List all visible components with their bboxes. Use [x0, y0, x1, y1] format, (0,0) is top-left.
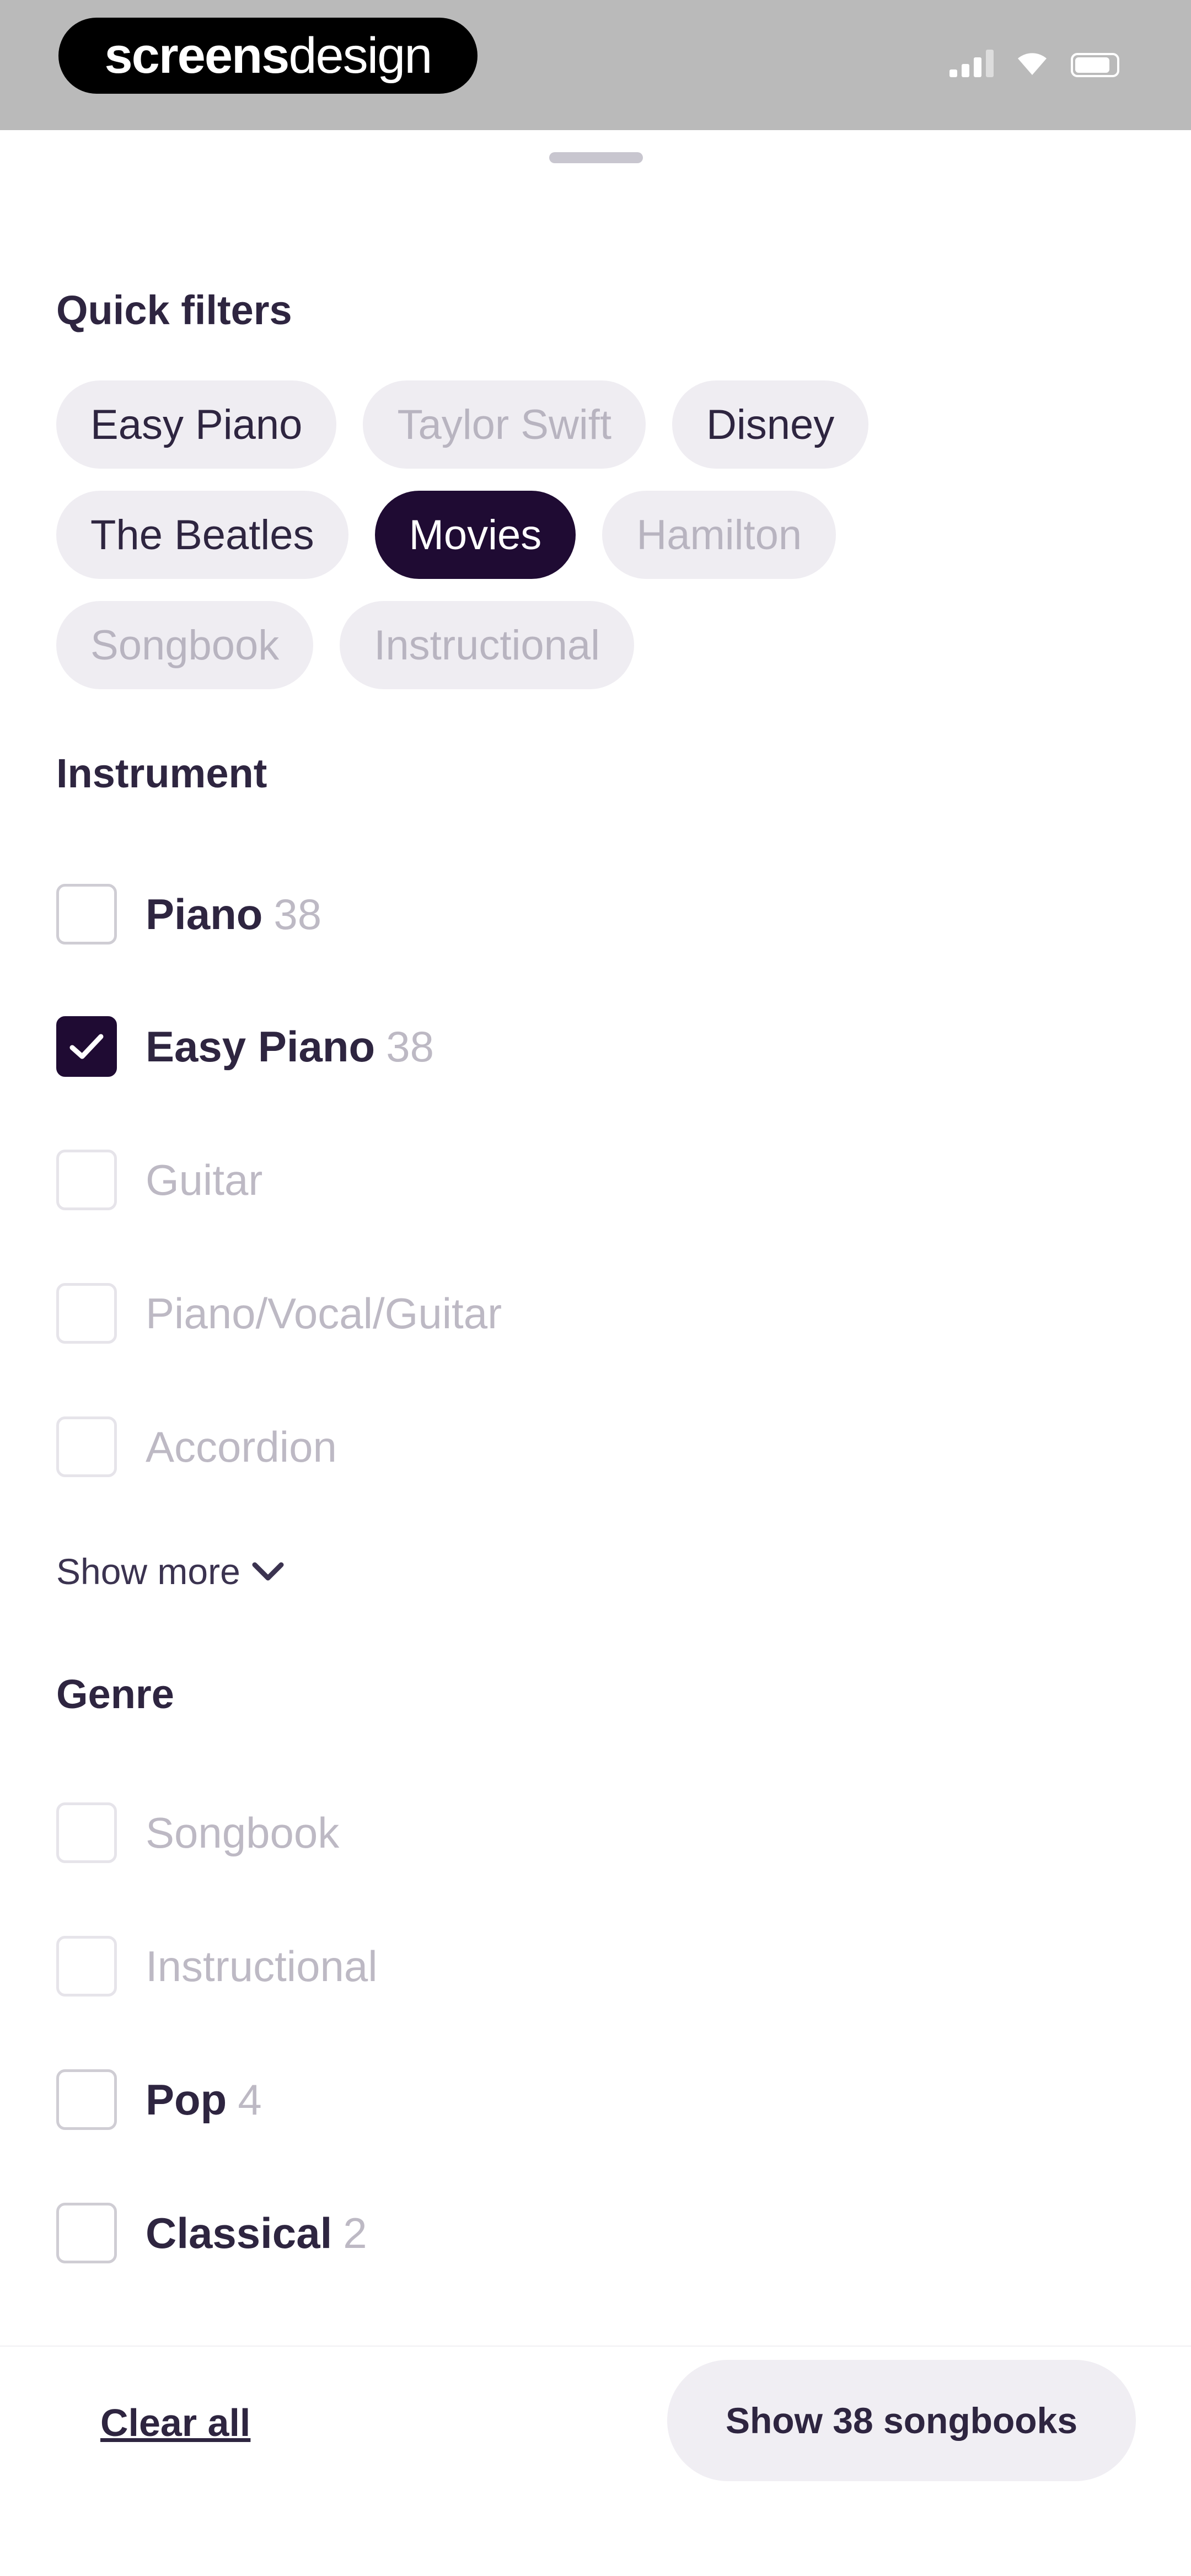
checkbox[interactable] — [56, 1802, 117, 1863]
chip-easy-piano[interactable]: Easy Piano — [56, 380, 337, 469]
clear-all-link[interactable]: Clear all — [100, 2401, 250, 2445]
option-label: Piano/Vocal/Guitar — [146, 1289, 502, 1338]
option-label: Songbook — [146, 1808, 340, 1857]
checkmark-icon — [69, 1034, 104, 1059]
chip-instructional[interactable]: Instructional — [340, 601, 635, 689]
checkbox[interactable] — [56, 1283, 117, 1344]
checkbox[interactable] — [56, 1416, 117, 1477]
checkbox[interactable] — [56, 2069, 117, 2130]
brand-logo: screens design — [58, 18, 478, 94]
chip-the-beatles[interactable]: The Beatles — [56, 491, 348, 579]
status-icons — [949, 49, 1119, 77]
signal-icon — [949, 49, 994, 77]
option-count: 38 — [273, 889, 322, 938]
option-label: Piano — [146, 889, 263, 938]
chip-taylor-swift[interactable]: Taylor Swift — [363, 380, 646, 469]
status-bar: screens design — [0, 0, 1191, 130]
instrument-option-piano[interactable]: Piano 38 — [56, 881, 321, 947]
option-label: Accordion — [146, 1422, 337, 1471]
genre-option-classical[interactable]: Classical 2 — [56, 2200, 367, 2266]
chip-disney[interactable]: Disney — [672, 380, 869, 469]
chevron-down-icon — [252, 1562, 284, 1581]
instrument-option-accordion[interactable]: Accordion — [56, 1414, 337, 1480]
show-more-label: Show more — [56, 1551, 240, 1592]
chip-songbook[interactable]: Songbook — [56, 601, 314, 689]
instrument-option-easy-piano[interactable]: Easy Piano 38 — [56, 1013, 434, 1080]
quick-filters-title: Quick filters — [56, 287, 292, 333]
option-label: Guitar — [146, 1155, 263, 1204]
option-label: Classical — [146, 2208, 332, 2257]
genre-option-instructional[interactable]: Instructional — [56, 1933, 378, 1999]
show-songbooks-button[interactable]: Show 38 songbooks — [667, 2360, 1136, 2481]
option-count: 4 — [238, 2075, 262, 2124]
chip-hamilton[interactable]: Hamilton — [602, 491, 836, 579]
genre-option-pop[interactable]: Pop 4 — [56, 2067, 262, 2133]
checkbox-checked[interactable] — [56, 1016, 117, 1077]
instrument-option-piano-vocal-guitar[interactable]: Piano/Vocal/Guitar — [56, 1280, 502, 1346]
brand-light-text: design — [288, 27, 432, 84]
chip-movies[interactable]: Movies — [374, 491, 576, 579]
show-more-link[interactable]: Show more — [56, 1550, 285, 1592]
chip-row: Easy Piano Taylor Swift Disney — [56, 380, 1137, 469]
chip-row: Songbook Instructional — [56, 601, 1137, 689]
option-label: Easy Piano — [146, 1022, 375, 1071]
checkbox[interactable] — [56, 2203, 117, 2263]
instrument-option-guitar[interactable]: Guitar — [56, 1147, 262, 1213]
chip-row: The Beatles Movies Hamilton — [56, 491, 1137, 579]
wifi-icon — [1018, 53, 1047, 75]
instrument-title: Instrument — [56, 750, 267, 796]
genre-title: Genre — [56, 1671, 174, 1717]
quick-filter-chips: Easy Piano Taylor Swift Disney The Beatl… — [56, 380, 1137, 711]
option-count: 2 — [343, 2208, 367, 2257]
checkbox[interactable] — [56, 884, 117, 944]
option-label: Instructional — [146, 1941, 378, 1990]
checkbox[interactable] — [56, 1150, 117, 1210]
option-count: 38 — [386, 1022, 434, 1071]
battery-icon — [1071, 53, 1119, 77]
drag-handle[interactable] — [549, 152, 643, 163]
checkbox[interactable] — [56, 1936, 117, 1997]
genre-option-songbook[interactable]: Songbook — [56, 1800, 339, 1866]
option-label: Pop — [146, 2075, 227, 2124]
brand-bold-text: screens — [104, 27, 290, 84]
